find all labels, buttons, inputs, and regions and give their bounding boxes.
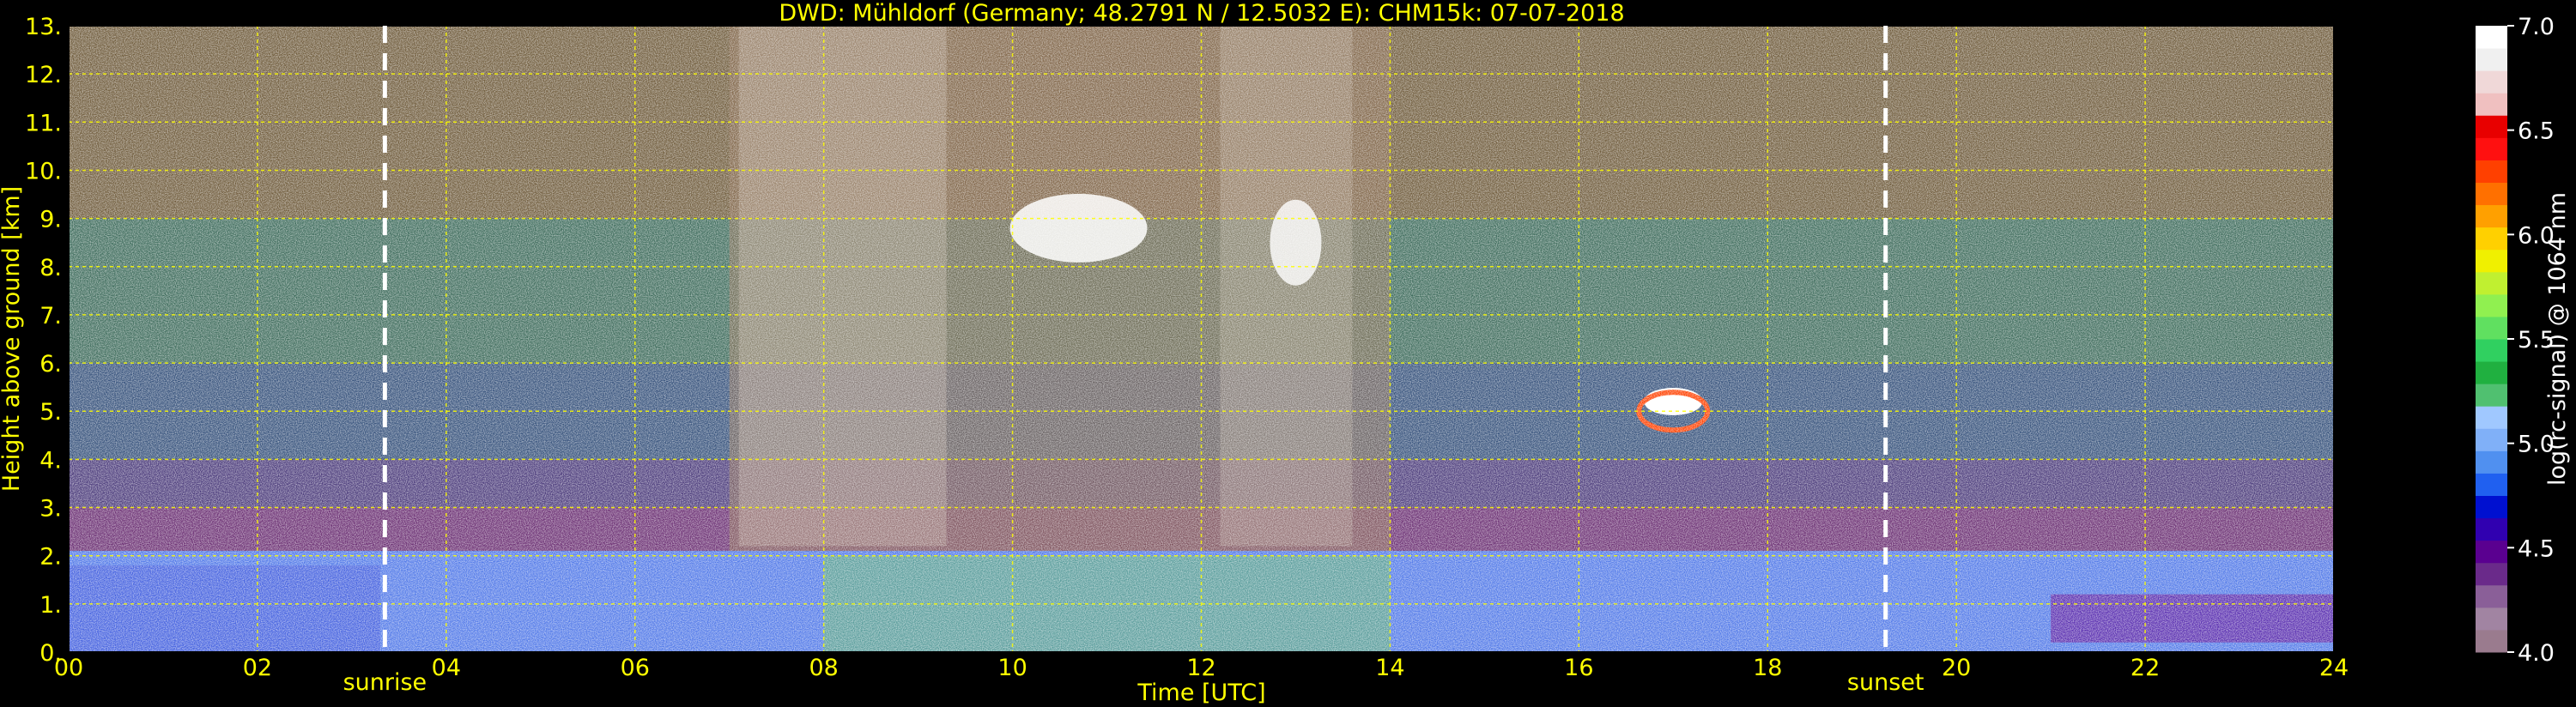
x-axis-label: Time [UTC] (1136, 680, 1265, 706)
colorbar-segment (2476, 160, 2507, 183)
x-tick-label: 06 (621, 655, 650, 681)
ceilometer-chart: sunrise sunset 00 02 04 06 08 10 12 14 16 18 20 22 24… (0, 0, 2571, 706)
x-tick-label: 22 (2131, 655, 2160, 681)
y-tick-label: 11. (25, 110, 62, 136)
colorbar-segment (2476, 227, 2507, 251)
colorbar-segment (2476, 204, 2507, 228)
colorbar-segment (2476, 473, 2507, 496)
colorbar-segment (2476, 607, 2507, 631)
colorbar-segment (2476, 115, 2507, 138)
colorbar-segment (2476, 428, 2507, 451)
x-tick-label: 12 (1186, 655, 1215, 681)
colorbar-segment (2476, 361, 2507, 384)
x-tick-label: 02 (243, 655, 272, 681)
x-tick-label: 04 (432, 655, 461, 681)
y-tick-label: 8. (39, 255, 62, 281)
x-tick-label: 08 (809, 655, 838, 681)
y-tick-label: 7. (39, 303, 62, 329)
y-tick-label: 1. (39, 592, 62, 619)
x-tick-label: 24 (2319, 655, 2349, 681)
y-tick-label: 5. (39, 399, 62, 426)
colorbar-segment (2476, 293, 2507, 317)
colorbar-segment (2476, 93, 2507, 116)
y-axis-label: Height above ground [km] (0, 186, 25, 492)
y-tick-label: 13. (25, 14, 62, 40)
colorbar-label: log(rc-signal) @ 1064 nm (2544, 192, 2571, 486)
colorbar-segment (2476, 182, 2507, 206)
y-axis-ticks: 0. 1. 2. 3. 4. 5. 6. 7. 8. 9. 10. 11. 12. 13. (25, 14, 62, 667)
colorbar-segment (2476, 562, 2507, 586)
colorbar-segment (2476, 406, 2507, 429)
colorbar-segment (2476, 70, 2507, 94)
noise-overlay (69, 26, 2334, 652)
colorbar-segment (2476, 137, 2507, 160)
colorbar-segment (2476, 26, 2507, 49)
colorbar-segment (2476, 629, 2507, 653)
colorbar-segment (2476, 316, 2507, 340)
y-tick-label: 10. (25, 158, 62, 184)
plot-area: sunrise sunset (68, 25, 2335, 696)
x-tick-label: 16 (1564, 655, 1593, 681)
x-tick-label: 14 (1375, 655, 1404, 681)
colorbar-segment (2476, 450, 2507, 474)
y-tick-label: 9. (39, 207, 62, 233)
y-tick-label: 12. (25, 62, 62, 88)
x-tick-label: 18 (1753, 655, 1782, 681)
colorbar-segment (2476, 517, 2507, 541)
colorbar-segment (2476, 339, 2507, 362)
x-tick-label: 20 (1942, 655, 1971, 681)
colorbar-segment (2476, 384, 2507, 407)
y-tick-label: 3. (39, 496, 62, 523)
colorbar-segment (2476, 495, 2507, 519)
colorbar-segment (2476, 584, 2507, 608)
chart-title: DWD: Mühldorf (Germany; 48.2791 N / 12.5… (779, 0, 1624, 27)
colorbar-segment (2476, 48, 2507, 71)
y-tick-label: 2. (39, 544, 62, 571)
y-tick-label: 4. (39, 447, 62, 474)
y-tick-label: 6. (39, 351, 62, 378)
colorbar-tick-label: 6.5 (2518, 118, 2555, 145)
colorbar-tick-label: 4.5 (2518, 535, 2555, 562)
colorbar-segment (2476, 271, 2507, 295)
colorbar-segment (2476, 249, 2507, 273)
colorbar-tick-label: 7.0 (2518, 14, 2555, 40)
y-tick-label: 0. (39, 640, 62, 667)
colorbar-segment (2476, 540, 2507, 564)
colorbar-tick-label: 4.0 (2518, 640, 2555, 667)
x-tick-label: 10 (997, 655, 1027, 681)
sun-label: sunrise (343, 669, 427, 696)
colorbar (2476, 26, 2507, 653)
sun-label: sunset (1847, 669, 1924, 696)
